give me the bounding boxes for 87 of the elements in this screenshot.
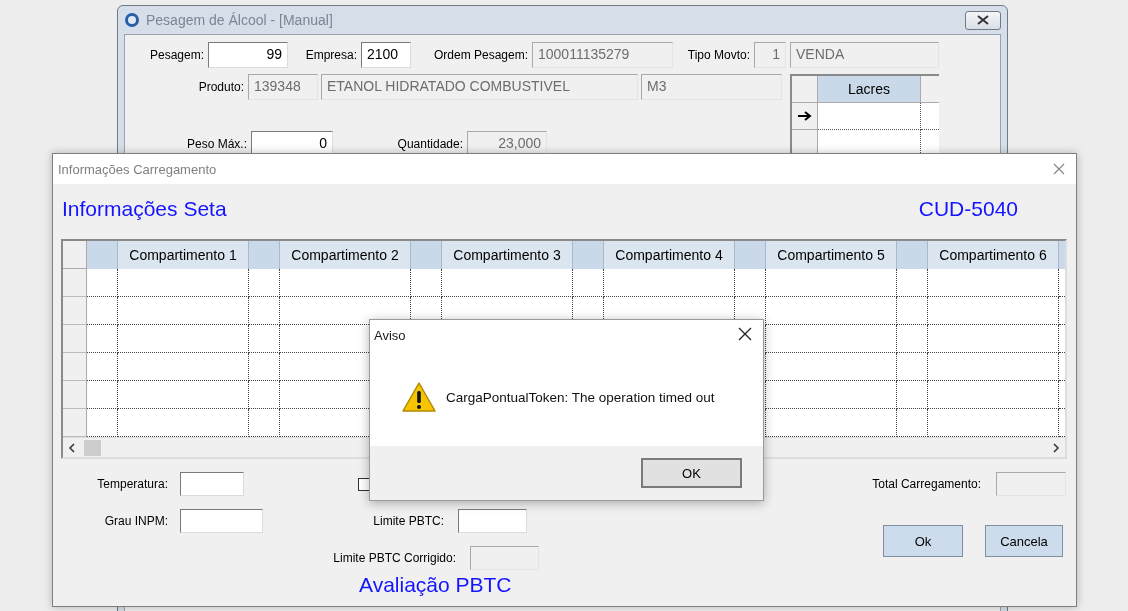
table-cell[interactable] bbox=[897, 353, 928, 381]
field-label: Total Carregamento: bbox=[872, 477, 981, 491]
table-cell[interactable] bbox=[249, 325, 280, 353]
table-cell[interactable] bbox=[118, 325, 249, 353]
close-icon bbox=[977, 15, 989, 25]
alert-message: CargaPontualToken: The operation timed out bbox=[446, 389, 715, 405]
field-label: Quantidade: bbox=[396, 137, 463, 151]
warning-icon bbox=[401, 381, 437, 413]
field-label: Ordem Pesagem: bbox=[432, 48, 528, 62]
dialog-button[interactable]: Cancela bbox=[985, 525, 1063, 557]
table-cell[interactable] bbox=[249, 381, 280, 409]
close-button[interactable] bbox=[965, 10, 1001, 30]
column-header: Compartimento 1 bbox=[118, 241, 249, 269]
table-cell[interactable] bbox=[411, 269, 442, 297]
section-heading: Informações Seta bbox=[62, 197, 227, 221]
vehicle-code: CUD-5040 bbox=[918, 197, 1018, 221]
column-header: Compartimento 5 bbox=[766, 241, 897, 269]
input-field[interactable]: 99 bbox=[208, 42, 288, 68]
table-cell[interactable] bbox=[766, 325, 897, 353]
scroll-thumb[interactable] bbox=[84, 440, 101, 456]
field-label: Tipo Movto: bbox=[686, 48, 750, 62]
table-cell[interactable] bbox=[928, 381, 1059, 409]
table-cell[interactable] bbox=[897, 269, 928, 297]
field-label: Produto: bbox=[198, 80, 244, 94]
table-cell[interactable] bbox=[249, 409, 280, 437]
table-cell[interactable] bbox=[118, 381, 249, 409]
table-cell[interactable] bbox=[87, 269, 118, 297]
column-header: Compartimento 3 bbox=[442, 241, 573, 269]
field-label: Limite PBTC: bbox=[372, 514, 444, 528]
field-label: Peso Máx.: bbox=[185, 137, 247, 151]
field-label: Temperatura: bbox=[96, 477, 168, 491]
table-cell[interactable] bbox=[87, 381, 118, 409]
field-label: Empresa: bbox=[304, 48, 357, 62]
table-cell[interactable] bbox=[249, 269, 280, 297]
table-cell[interactable] bbox=[573, 269, 604, 297]
table-cell[interactable] bbox=[87, 325, 118, 353]
input-field[interactable] bbox=[180, 472, 244, 496]
table-cell[interactable] bbox=[766, 297, 897, 325]
table-cell[interactable] bbox=[928, 353, 1059, 381]
app-icon bbox=[124, 12, 140, 28]
close-icon[interactable] bbox=[738, 327, 752, 341]
input-field[interactable] bbox=[458, 509, 527, 533]
table-cell[interactable] bbox=[280, 269, 411, 297]
table-cell[interactable] bbox=[897, 409, 928, 437]
table-cell[interactable] bbox=[897, 381, 928, 409]
column-header: Lacres bbox=[818, 76, 921, 103]
ok-button[interactable]: OK bbox=[641, 458, 742, 488]
table-cell[interactable] bbox=[249, 353, 280, 381]
field-label: Grau INPM: bbox=[103, 514, 168, 528]
table-cell[interactable] bbox=[87, 297, 118, 325]
section-heading: Avaliação PBTC bbox=[359, 572, 513, 598]
column-header: Compartimento 2 bbox=[280, 241, 411, 269]
table-cell[interactable] bbox=[442, 269, 573, 297]
input-field[interactable] bbox=[180, 509, 263, 533]
table-cell[interactable] bbox=[766, 353, 897, 381]
table-cell[interactable] bbox=[818, 103, 921, 130]
table-cell[interactable] bbox=[928, 297, 1059, 325]
window-title: Aviso bbox=[374, 327, 406, 343]
table-cell[interactable] bbox=[766, 269, 897, 297]
scroll-left-icon[interactable] bbox=[68, 443, 76, 453]
table-cell[interactable] bbox=[87, 353, 118, 381]
column-header: Compartimento 4 bbox=[604, 241, 735, 269]
field-label: Pesagem: bbox=[148, 48, 204, 62]
table-cell[interactable] bbox=[897, 297, 928, 325]
table-cell[interactable] bbox=[928, 409, 1059, 437]
table-cell[interactable] bbox=[921, 103, 939, 130]
table-cell[interactable] bbox=[766, 381, 897, 409]
field-label: Limite PBTC Corrigido: bbox=[332, 551, 456, 565]
dialog-button[interactable]: Ok bbox=[883, 525, 963, 557]
table-cell[interactable] bbox=[118, 297, 249, 325]
table-cell[interactable] bbox=[118, 409, 249, 437]
table-cell[interactable] bbox=[604, 269, 735, 297]
table-cell[interactable] bbox=[928, 325, 1059, 353]
window-title: Informações Carregamento bbox=[58, 161, 217, 177]
table-cell[interactable] bbox=[118, 269, 249, 297]
window-title: Pesagem de Álcool - [Manual] bbox=[146, 12, 333, 28]
table-cell[interactable] bbox=[87, 409, 118, 437]
row-pointer-icon bbox=[797, 111, 812, 121]
column-header: Compartimento 6 bbox=[928, 241, 1059, 269]
table-cell[interactable] bbox=[928, 269, 1059, 297]
table-cell[interactable] bbox=[118, 353, 249, 381]
scroll-right-icon[interactable] bbox=[1052, 443, 1060, 453]
table-cell[interactable] bbox=[249, 297, 280, 325]
table-cell[interactable] bbox=[735, 269, 766, 297]
input-field[interactable]: 2100 bbox=[361, 42, 411, 68]
table-cell[interactable] bbox=[766, 409, 897, 437]
table-cell[interactable] bbox=[897, 325, 928, 353]
